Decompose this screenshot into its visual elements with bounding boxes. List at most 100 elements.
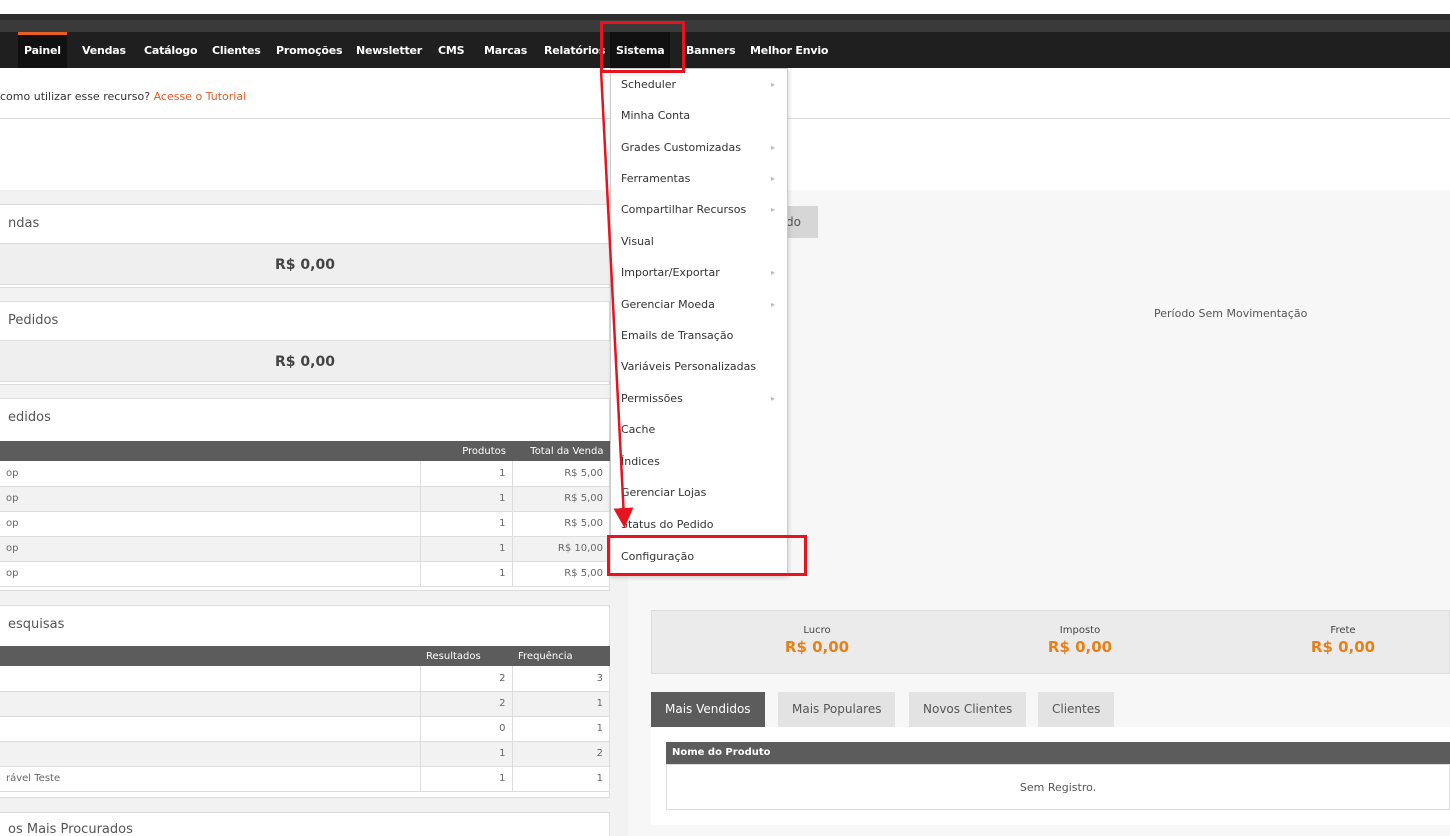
table-row[interactable]: op 1 R$ 10,00 [0, 536, 610, 562]
cell: 1 [420, 461, 513, 487]
table-row[interactable]: 01 [0, 716, 610, 742]
cell [0, 691, 421, 717]
nav-painel[interactable]: Painel [18, 32, 67, 68]
nav-sistema[interactable]: Sistema [610, 32, 671, 68]
table-row[interactable]: op 1 R$ 5,00 [0, 511, 610, 537]
cell: 2 [420, 691, 513, 717]
submenu-arrow-icon: ▸ [770, 143, 775, 152]
menu-item-emails[interactable]: Emails de Transação [621, 320, 781, 351]
menu-item-label: Permissões [621, 392, 683, 405]
menu-item-label: Variáveis Personalizadas [621, 360, 757, 373]
tab-mais-populares[interactable]: Mais Populares [778, 692, 896, 727]
cell: 1 [420, 511, 513, 537]
menu-item-status-pedido[interactable]: Status do Pedido [621, 509, 781, 540]
menu-item-gerenciar-moeda[interactable]: Gerenciar Moeda ▸ [621, 289, 781, 320]
menu-item-variaveis[interactable]: Variáveis Personalizadas [621, 351, 781, 382]
menu-item-scheduler[interactable]: Scheduler ▸ [621, 69, 781, 100]
cell: 3 [512, 666, 610, 692]
menu-item-visual[interactable]: Visual [621, 226, 781, 257]
menu-item-label: Gerenciar Moeda [621, 298, 715, 311]
menu-item-label: Minha Conta [621, 109, 691, 122]
tab-novos-clientes[interactable]: Novos Clientes [909, 692, 1027, 727]
column-header: Frequência [512, 646, 610, 666]
cell: rável Teste [0, 766, 421, 792]
pedidos-total: R$ 0,00 [0, 340, 610, 382]
stat-value: R$ 0,00 [784, 638, 850, 656]
nav-melhor-envio[interactable]: Melhor Envio [744, 32, 834, 68]
best-sellers-header: Nome do Produto [666, 742, 1450, 764]
stat-value: R$ 0,00 [1047, 638, 1113, 656]
menu-item-indices[interactable]: Índices [621, 446, 781, 477]
cell: op [0, 486, 421, 512]
table-row[interactable]: rável Teste 1 1 [0, 766, 610, 792]
menu-item-minha-conta[interactable]: Minha Conta [621, 100, 781, 131]
menu-item-configuracao[interactable]: Configuração [621, 541, 781, 572]
menu-item-label: Emails de Transação [621, 329, 734, 342]
menu-item-grades[interactable]: Grades Customizadas ▸ [621, 132, 781, 163]
cell: 1 [512, 691, 610, 717]
menu-item-label: Visual [621, 235, 654, 248]
submenu-arrow-icon: ▸ [770, 394, 775, 403]
submenu-arrow-icon: ▸ [770, 205, 775, 214]
search-table: Resultados Frequência 23 21 01 12 rável … [0, 646, 610, 792]
cell: 0 [420, 716, 513, 742]
menu-item-importar-exportar[interactable]: Importar/Exportar ▸ [621, 257, 781, 288]
menu-item-compartilhar[interactable]: Compartilhar Recursos ▸ [621, 194, 781, 225]
menu-item-label: Importar/Exportar [621, 266, 720, 279]
table-row[interactable]: op 1 R$ 5,00 [0, 461, 610, 487]
panel-ultimos-title: edidos [8, 410, 51, 425]
panel-vendas-title: ndas [8, 216, 40, 231]
tab-clientes[interactable]: Clientes [1038, 692, 1115, 727]
table-row[interactable]: 23 [0, 666, 610, 692]
column-header [0, 441, 420, 461]
menu-item-ferramentas[interactable]: Ferramentas ▸ [621, 163, 781, 194]
tutorial-link[interactable]: Acesse o Tutorial [154, 90, 247, 103]
menu-item-label: Grades Customizadas [621, 141, 741, 154]
cell: 1 [420, 766, 513, 792]
sistema-dropdown: Scheduler ▸ Minha Conta Grades Customizad… [610, 68, 788, 576]
menu-item-gerenciar-lojas[interactable]: Gerenciar Lojas [621, 477, 781, 508]
nav-cms[interactable]: CMS [432, 32, 470, 68]
menu-item-label: Índices [621, 455, 660, 468]
chart-empty-text: Período Sem Movimentação [1154, 307, 1308, 320]
stat-value: R$ 0,00 [1310, 638, 1376, 656]
nav-catalogo[interactable]: Catálogo [138, 32, 203, 68]
cell: R$ 5,00 [512, 511, 610, 537]
nav-relatorios[interactable]: Relatórios [538, 32, 611, 68]
column-header: Resultados [420, 646, 512, 666]
menu-item-cache[interactable]: Cache [621, 414, 781, 445]
cell: 1 [512, 766, 610, 792]
tab-mais-vendidos[interactable]: Mais Vendidos [651, 692, 765, 727]
cell: 1 [420, 536, 513, 562]
submenu-arrow-icon: ▸ [770, 268, 775, 277]
stat-frete: Frete R$ 0,00 [1263, 625, 1423, 656]
table-row[interactable]: 12 [0, 741, 610, 767]
orders-table: Produtos Total da Venda op 1 R$ 5,00 op 1 R$… [0, 441, 610, 587]
nav-clientes[interactable]: Clientes [206, 32, 267, 68]
table-row[interactable]: op 1 R$ 5,00 [0, 486, 610, 512]
stats-box: Lucro R$ 0,00 Imposto R$ 0,00 Frete R$ 0… [651, 610, 1450, 674]
table-row[interactable]: 21 [0, 691, 610, 717]
stat-imposto: Imposto R$ 0,00 [1000, 625, 1160, 656]
menu-item-label: Gerenciar Lojas [621, 486, 707, 499]
table-header-row: Resultados Frequência [0, 646, 610, 666]
column-header: Produtos [420, 441, 512, 461]
menu-item-label: Ferramentas [621, 172, 691, 185]
menu-item-permissoes[interactable]: Permissões ▸ [621, 383, 781, 414]
cell: R$ 10,00 [512, 536, 610, 562]
column-header: Total da Venda [512, 441, 610, 461]
cell: 1 [420, 741, 513, 767]
table-row[interactable]: op 1 R$ 5,00 [0, 561, 610, 587]
stat-label: Imposto [1059, 625, 1101, 636]
stat-label: Lucro [803, 625, 831, 636]
nav-vendas[interactable]: Vendas [76, 32, 132, 68]
nav-marcas[interactable]: Marcas [478, 32, 533, 68]
nav-banners[interactable]: Banners [680, 32, 742, 68]
column-header [0, 646, 420, 666]
nav-promocoes[interactable]: Promoções [270, 32, 348, 68]
panel-pesquisas-title: esquisas [8, 617, 65, 632]
nav-newsletter[interactable]: Newsletter [350, 32, 428, 68]
menu-item-label: Cache [621, 423, 656, 436]
vendas-total: R$ 0,00 [0, 243, 610, 285]
cell: op [0, 561, 421, 587]
